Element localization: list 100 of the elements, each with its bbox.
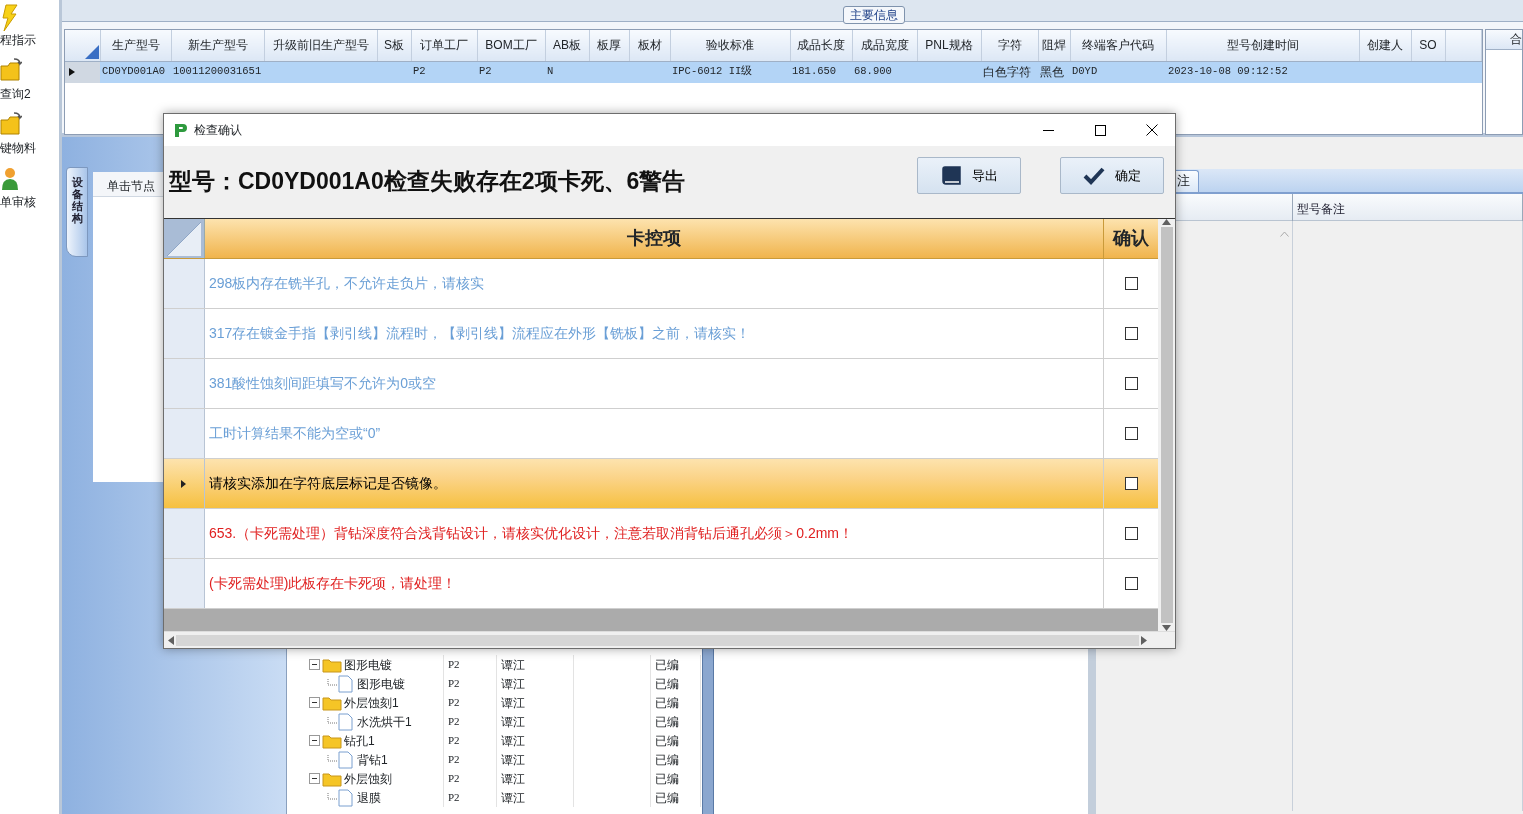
- tree-node[interactable]: 图形电镀: [357, 674, 405, 693]
- table-cell: P2: [444, 788, 497, 807]
- tree-node[interactable]: 背钻1: [357, 750, 388, 769]
- tree-node[interactable]: 退膜: [357, 788, 381, 807]
- column-header[interactable]: S板: [377, 30, 411, 61]
- close-icon: [1146, 124, 1158, 136]
- column-header[interactable]: 板厚: [589, 30, 629, 61]
- checkbox[interactable]: [1124, 427, 1138, 440]
- vertical-scrollbar[interactable]: [1158, 219, 1175, 631]
- table-cell: 谭江: [497, 674, 574, 693]
- table-cell: 谭江: [497, 693, 574, 712]
- row-pointer-icon: [181, 479, 187, 488]
- column-header[interactable]: BOM工厂: [477, 30, 545, 61]
- window-title: 检查确认: [194, 122, 242, 139]
- tree-node[interactable]: 外层蚀刻: [344, 769, 392, 788]
- column-header[interactable]: 字符: [981, 30, 1038, 61]
- tree-node[interactable]: 图形电镀: [344, 655, 392, 674]
- table-cell-text: 请核实添加在字符底层标记是否镜像。: [209, 474, 447, 493]
- scroll-right-icon[interactable]: [1141, 635, 1147, 645]
- table-cell: 已编: [651, 788, 701, 807]
- column-header[interactable]: 型号创建时间: [1166, 30, 1359, 61]
- column-header[interactable]: 新生产型号: [171, 30, 264, 61]
- scroll-left-icon[interactable]: [168, 635, 174, 645]
- table-cell-text: 工时计算结果不能为空或“0”: [209, 424, 381, 443]
- checkbox[interactable]: [1124, 577, 1138, 590]
- column-header[interactable]: 升级前旧生产型号: [264, 30, 377, 61]
- table-cell: 谭江: [497, 712, 574, 731]
- table-cell: P2: [444, 731, 497, 750]
- folder-icon: [322, 694, 342, 711]
- table-cell: IPC-6012 II级: [670, 61, 790, 83]
- table-cell: 已编: [651, 712, 701, 731]
- table-cell-text: 298板内存在铣半孔，不允许走负片，请核实: [209, 274, 485, 293]
- table-cell: P2: [444, 693, 497, 712]
- tree-line-icon: [327, 716, 337, 727]
- export-button[interactable]: 导出: [917, 157, 1021, 194]
- table-cell: 2023-10-08 09:12:52: [1166, 61, 1359, 83]
- column-header[interactable]: 创建人: [1359, 30, 1411, 61]
- collapse-icon[interactable]: [309, 697, 320, 708]
- table-cell: 谭江: [497, 788, 574, 807]
- check-icon: [1083, 165, 1105, 186]
- collapse-icon[interactable]: [309, 659, 320, 670]
- table-cell: P2: [444, 712, 497, 731]
- table-cell: 68.900: [852, 61, 917, 83]
- column-header[interactable]: AB板: [545, 30, 589, 61]
- column-header[interactable]: PNL规格: [917, 30, 981, 61]
- checkbox[interactable]: [1124, 377, 1138, 390]
- table-cell: P2: [444, 674, 497, 693]
- sidebar-item-label[interactable]: 程指示: [0, 31, 36, 49]
- tree-node[interactable]: 水洗烘干1: [357, 712, 412, 731]
- checkbox[interactable]: [1124, 277, 1138, 290]
- sidebar-item-label[interactable]: 键物料: [0, 139, 36, 157]
- column-header[interactable]: 终端客户代码: [1070, 30, 1166, 61]
- folder-icon: [322, 732, 342, 749]
- scroll-up-icon[interactable]: [1162, 219, 1171, 225]
- document-icon: [337, 712, 353, 731]
- table-cell: 已编: [651, 693, 701, 712]
- sidebar-item-label[interactable]: 查询2: [0, 85, 31, 103]
- checkbox[interactable]: [1124, 477, 1138, 490]
- column-header: 型号备注: [1293, 194, 1523, 224]
- column-header[interactable]: 订单工厂: [411, 30, 477, 61]
- folder-icon: [322, 656, 342, 673]
- table-cell-text: 381酸性蚀刻间距填写不允许为0或空: [209, 374, 437, 393]
- tree-node[interactable]: 外层蚀刻1: [344, 693, 399, 712]
- table-cell-text: 317存在镀金手指【剥引线】流程时，【剥引线】流程应在外形【铣板】之前，请核实！: [209, 324, 751, 343]
- column-header[interactable]: 生产型号: [100, 30, 171, 61]
- confirm-button[interactable]: 确定: [1060, 157, 1164, 194]
- table-cell: D0YD: [1070, 61, 1166, 83]
- document-icon: [337, 674, 353, 693]
- tree-line-icon: [327, 678, 337, 689]
- table-cell: 谭江: [497, 750, 574, 769]
- table-cell: 181.650: [790, 61, 852, 83]
- vertical-tab[interactable]: 设备结构: [66, 167, 88, 257]
- collapse-icon[interactable]: [309, 735, 320, 746]
- table-cell: 白色字符: [981, 61, 1038, 83]
- column-header[interactable]: 板材: [629, 30, 670, 61]
- column-header[interactable]: 成品宽度: [852, 30, 917, 61]
- horizontal-scrollbar[interactable]: [164, 631, 1175, 648]
- tree-node[interactable]: 钻孔1: [344, 731, 375, 750]
- checkbox[interactable]: [1124, 327, 1138, 340]
- column-header[interactable]: SO: [1411, 30, 1445, 61]
- column-header[interactable]: 验收标准: [670, 30, 790, 61]
- tree-line-icon: [327, 792, 337, 803]
- checkbox[interactable]: [1124, 527, 1138, 540]
- collapse-icon[interactable]: [309, 773, 320, 784]
- table-cell-text: (卡死需处理)此板存在卡死项，请处理！: [209, 574, 457, 593]
- book-icon: [940, 165, 962, 186]
- folder-icon: [322, 770, 342, 787]
- column-header[interactable]: 阻焊: [1038, 30, 1070, 61]
- column-header[interactable]: 成品长度: [790, 30, 852, 61]
- app-logo-icon: [172, 122, 188, 138]
- sidebar-item-label[interactable]: 单审核: [0, 193, 36, 211]
- table-cell: P2: [411, 61, 477, 83]
- table-cell: 10011200031651: [171, 61, 264, 83]
- corner-icon: [84, 45, 99, 60]
- table-cell-text: 653.（卡死需处理）背钻深度符合浅背钻设计，请核实优化设计，注意若取消背钻后通孔必须＞0.2mm！: [209, 524, 854, 543]
- table-cell: N: [545, 61, 589, 83]
- table-cell: 已编: [651, 731, 701, 750]
- corner-icon: [166, 220, 202, 257]
- document-icon: [337, 750, 353, 769]
- document-icon: [337, 788, 353, 807]
